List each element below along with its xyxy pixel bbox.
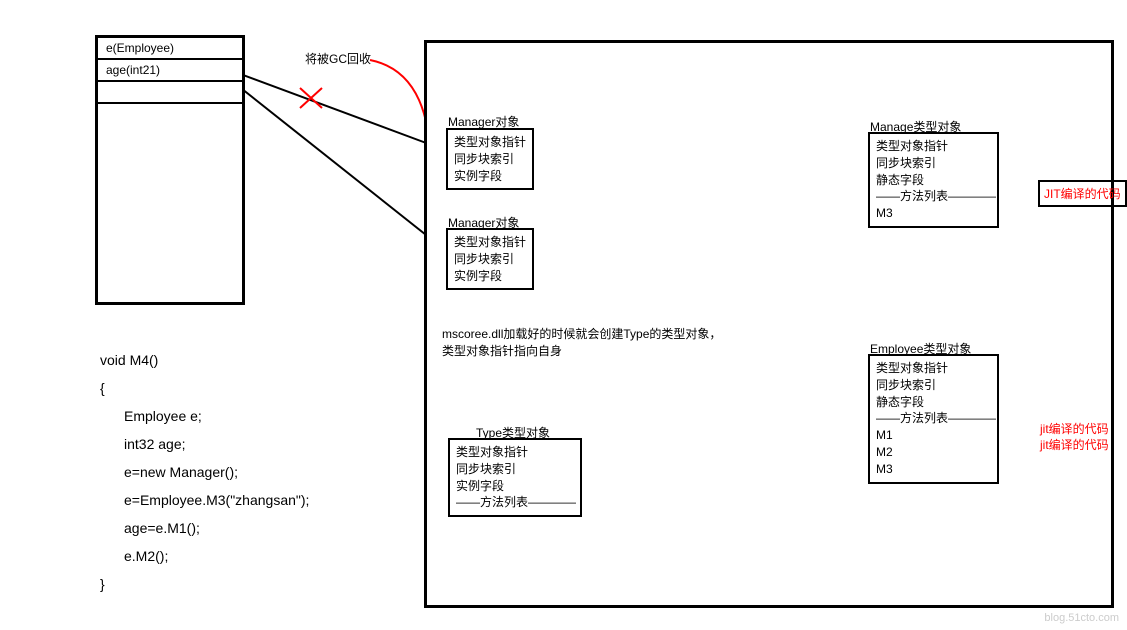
stack-cell-e: e(Employee) [98,38,242,60]
employee-typeobj: 类型对象指针 同步块索引 静态字段 ——方法列表———— M1 M2 M3 [868,354,999,484]
manager-obj1: 类型对象指针 同步块索引 实例字段 [446,128,534,190]
code-line-3: Employee e; [100,402,309,430]
code-block: void M4() { Employee e; int32 age; e=new… [100,346,309,598]
manager-obj1-syncblk: 同步块索引 [454,151,526,168]
manage-typeobj-syncblk: 同步块索引 [876,155,991,172]
gc-annotation: 将被GC回收 [305,50,371,67]
heap-note-line1: mscoree.dll加载好的时候就会创建Type的类型对象， [442,325,721,342]
jit-label-m2: jit编译的代码 [1040,436,1109,453]
employee-typeobj-typeptr: 类型对象指针 [876,360,991,377]
type-typeobj-fields: 实例字段 [456,478,574,495]
code-line-9: } [100,570,309,598]
employee-typeobj-m2: M2 [876,444,991,461]
stack-cell-empty [98,82,242,104]
type-typeobj-methods: ——方法列表———— [456,494,574,511]
watermark: blog.51cto.com [1044,612,1119,624]
employee-typeobj-static: 静态字段 [876,394,991,411]
type-typeobj-syncblk: 同步块索引 [456,461,574,478]
stack-cell-age: age(int21) [98,60,242,82]
jit-label-m1: jit编译的代码 [1040,420,1109,437]
manager-obj2: 类型对象指针 同步块索引 实例字段 [446,228,534,290]
manager-obj1-typeptr: 类型对象指针 [454,134,526,151]
code-line-4: int32 age; [100,430,309,458]
manage-typeobj-typeptr: 类型对象指针 [876,138,991,155]
manager-obj1-fields: 实例字段 [454,168,526,185]
manage-typeobj-static: 静态字段 [876,172,991,189]
manager-obj2-syncblk: 同步块索引 [454,251,526,268]
manage-typeobj-m3: M3 [876,205,991,222]
manager-obj2-typeptr: 类型对象指针 [454,234,526,251]
code-line-8: e.M2(); [100,542,309,570]
code-line-7: age=e.M1(); [100,514,309,542]
manager-obj2-fields: 实例字段 [454,268,526,285]
heap-note-line2: 类型对象指针指向自身 [442,342,562,359]
type-typeobj-typeptr: 类型对象指针 [456,444,574,461]
jit-compiled-box: JIT编译的代码 [1038,180,1127,207]
employee-typeobj-syncblk: 同步块索引 [876,377,991,394]
manage-typeobj-methods: ——方法列表———— [876,188,991,205]
code-line-5: e=new Manager(); [100,458,309,486]
employee-typeobj-methods: ——方法列表———— [876,410,991,427]
employee-typeobj-m1: M1 [876,427,991,444]
manage-typeobj: 类型对象指针 同步块索引 静态字段 ——方法列表———— M3 [868,132,999,228]
code-line-1: void M4() [100,346,309,374]
code-line-6: e=Employee.M3("zhangsan"); [100,486,309,514]
code-line-2: { [100,374,309,402]
stack-frame: e(Employee) age(int21) [95,35,245,305]
employee-typeobj-m3: M3 [876,461,991,478]
type-typeobj: 类型对象指针 同步块索引 实例字段 ——方法列表———— [448,438,582,517]
heap-area [424,40,1114,608]
